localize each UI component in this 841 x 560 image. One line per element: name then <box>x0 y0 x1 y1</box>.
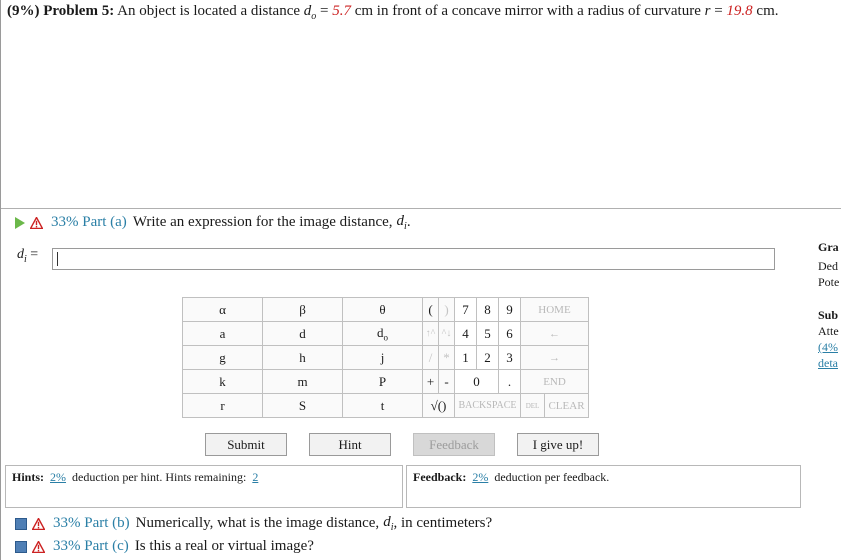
submit-button[interactable]: Submit <box>205 433 287 456</box>
key-r[interactable]: r <box>182 393 263 418</box>
key-0[interactable]: 0 <box>454 369 499 394</box>
key-del[interactable]: DEL <box>520 393 545 418</box>
problem-text-2: cm in front of a concave mirror with a r… <box>354 3 701 19</box>
unit-end: cm. <box>756 3 779 19</box>
r-value: 19.8 <box>726 3 753 19</box>
key-h[interactable]: h <box>262 345 343 370</box>
key-8[interactable]: 8 <box>476 297 499 322</box>
key-beta[interactable]: β <box>262 297 343 322</box>
key-4[interactable]: 4 <box>454 321 477 346</box>
key-j[interactable]: j <box>342 345 423 370</box>
side-deductions: Ded <box>818 259 838 273</box>
hint-deduction: 2% <box>50 470 67 484</box>
key-right-arrow[interactable]: → <box>520 345 589 370</box>
part-a-header[interactable]: 33% Part (a) Write an expression for the… <box>15 213 411 232</box>
key-m[interactable]: m <box>262 369 343 394</box>
key-P[interactable]: P <box>342 369 423 394</box>
problem-statement: (9%) Problem 5: An object is located a d… <box>7 3 779 22</box>
key-theta[interactable]: θ <box>342 297 423 322</box>
part-a-end: . <box>406 214 411 230</box>
hints-panel: Hints: 2% deduction per hint. Hints remain… <box>5 465 403 508</box>
key-a[interactable]: a <box>182 321 263 346</box>
key-end[interactable]: END <box>520 369 589 394</box>
key-7[interactable]: 7 <box>454 297 477 322</box>
side-details-link[interactable]: deta <box>818 356 838 371</box>
key-home[interactable]: HOME <box>520 297 589 322</box>
di-symbol: di <box>383 514 394 533</box>
part-b-percent: 33% Part (b) <box>53 515 130 531</box>
key-1[interactable]: 1 <box>454 345 477 370</box>
key-alpha[interactable]: α <box>182 297 263 322</box>
key-slash[interactable]: / <box>422 345 439 370</box>
hints-info: Hints: 2% deduction per hint. Hints remain… <box>12 470 264 485</box>
key-9[interactable]: 9 <box>498 297 521 322</box>
key-5[interactable]: 5 <box>476 321 499 346</box>
feedback-info: Feedback: 2% deduction per feedback. <box>413 470 610 484</box>
key-2[interactable]: 2 <box>476 345 499 370</box>
part-b-text: Numerically, what is the image distance, <box>135 515 380 531</box>
answer-label: di = <box>17 247 39 265</box>
side-percent-link[interactable]: (4% <box>818 340 838 355</box>
equals-sign: = <box>320 3 329 19</box>
play-icon <box>15 216 25 229</box>
feedback-button[interactable]: Feedback <box>413 433 495 456</box>
part-separator <box>1 208 841 209</box>
key-paren-open[interactable]: ( <box>422 297 439 322</box>
key-left-arrow[interactable]: ← <box>520 321 589 346</box>
problem-label: Problem 5: <box>43 3 115 19</box>
part-c-percent: 33% Part (c) <box>53 538 129 554</box>
text-cursor <box>57 252 58 266</box>
warning-icon <box>30 216 43 229</box>
side-submissions-heading: Sub <box>818 308 839 322</box>
key-do[interactable]: do <box>342 321 423 346</box>
problem-text-1: An object is located a distance <box>117 3 301 19</box>
key-k[interactable]: k <box>182 369 263 394</box>
key-S[interactable]: S <box>262 393 343 418</box>
equals-sign-r: = <box>714 3 723 19</box>
feedback-deduction: 2% <box>472 470 489 484</box>
problem-weight: (9%) <box>7 3 40 19</box>
key-backspace[interactable]: BACKSPACE <box>454 393 521 418</box>
key-dot[interactable]: . <box>498 369 521 394</box>
collapsed-square-icon <box>15 517 27 530</box>
part-c-header[interactable]: 33% Part (c) Is this a real or virtual i… <box>15 538 314 555</box>
warning-icon <box>32 517 45 530</box>
warning-icon <box>32 540 45 553</box>
symbol-keypad: α β θ ( ) 7 8 9 HOME a d do ↑^ ^↓ 4 5 6 … <box>182 297 589 418</box>
part-c-text: Is this a real or virtual image? <box>134 538 314 554</box>
part-a-percent: 33% Part (a) <box>51 214 127 230</box>
hints-remaining: 2 <box>252 470 259 484</box>
key-t[interactable]: t <box>342 393 423 418</box>
side-attempts: Atte <box>818 324 839 338</box>
key-g[interactable]: g <box>182 345 263 370</box>
part-b-header[interactable]: 33% Part (b) Numerically, what is the im… <box>15 514 492 533</box>
problem-container: (9%) Problem 5: An object is located a d… <box>0 0 841 560</box>
part-a-text: Write an expression for the image distan… <box>132 214 393 230</box>
answer-input[interactable] <box>52 248 775 270</box>
key-clear[interactable]: CLEAR <box>544 393 589 418</box>
key-minus[interactable]: - <box>438 369 455 394</box>
do-value: 5.7 <box>332 3 351 19</box>
key-up-left[interactable]: ↑^ <box>422 321 439 346</box>
key-star[interactable]: * <box>438 345 455 370</box>
key-paren-close[interactable]: ) <box>438 297 455 322</box>
key-6[interactable]: 6 <box>498 321 521 346</box>
side-grade-heading: Gra <box>818 240 839 254</box>
key-sqrt[interactable]: √() <box>422 393 455 418</box>
key-up-right[interactable]: ^↓ <box>438 321 455 346</box>
feedback-panel: Feedback: 2% deduction per feedback. <box>406 465 801 508</box>
key-plus[interactable]: + <box>422 369 439 394</box>
side-potential: Pote <box>818 275 840 289</box>
give-up-button[interactable]: I give up! <box>517 433 599 456</box>
do-symbol: do <box>303 3 317 22</box>
collapsed-square-icon <box>15 540 27 553</box>
key-3[interactable]: 3 <box>498 345 521 370</box>
part-b-end: , in centimeters? <box>393 515 493 531</box>
r-symbol: r <box>704 3 711 19</box>
key-d[interactable]: d <box>262 321 343 346</box>
hint-button[interactable]: Hint <box>309 433 391 456</box>
di-symbol: di <box>396 213 407 232</box>
